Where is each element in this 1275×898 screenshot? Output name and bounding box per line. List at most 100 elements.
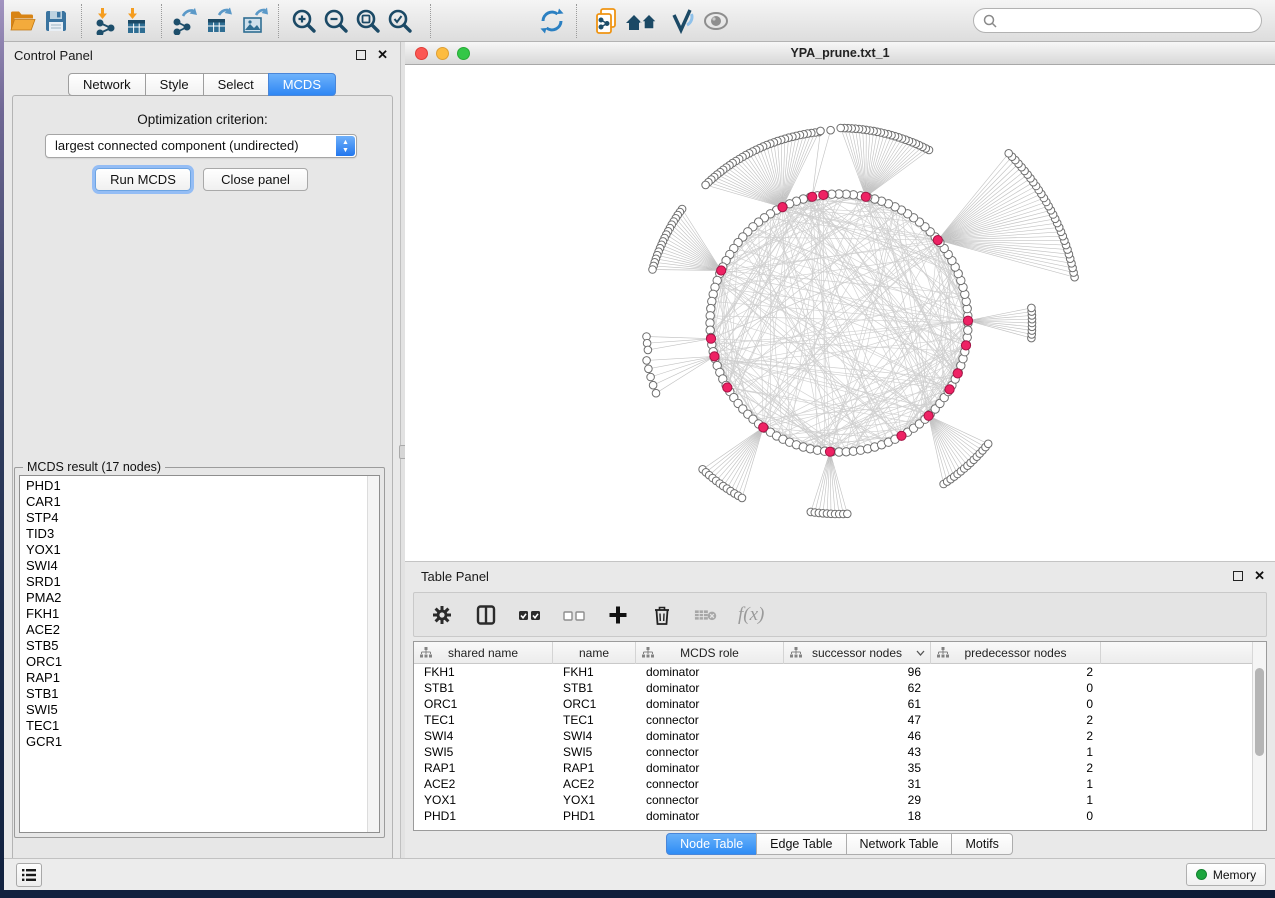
table-row[interactable]: STB1STB1dominator620 xyxy=(414,680,1252,696)
zoom-out-icon[interactable] xyxy=(322,7,350,35)
export-image-icon[interactable] xyxy=(240,7,268,35)
eye-icon[interactable] xyxy=(702,7,730,35)
table-row[interactable]: PHD1PHD1dominator180 xyxy=(414,808,1252,824)
table-cell[interactable]: 2 xyxy=(931,760,1101,776)
mcds-result-item[interactable]: TID3 xyxy=(20,526,366,542)
table-row[interactable]: TEC1TEC1connector472 xyxy=(414,712,1252,728)
memory-button[interactable]: Memory xyxy=(1186,863,1266,886)
mcds-result-item[interactable]: FKH1 xyxy=(20,606,366,622)
table-cell[interactable]: dominator xyxy=(636,664,784,680)
table-cell[interactable]: dominator xyxy=(636,728,784,744)
table-cell[interactable]: RAP1 xyxy=(553,760,636,776)
run-mcds-button[interactable]: Run MCDS xyxy=(95,168,191,191)
table-cell[interactable]: SWI5 xyxy=(414,744,553,760)
mcds-result-item[interactable]: CAR1 xyxy=(20,494,366,510)
search-input[interactable] xyxy=(973,8,1262,33)
table-scrollbar[interactable] xyxy=(1252,642,1266,830)
table-cell[interactable]: SWI5 xyxy=(553,744,636,760)
table-cell[interactable]: 0 xyxy=(931,680,1101,696)
table-cell[interactable]: 35 xyxy=(784,760,931,776)
table-cell[interactable]: connector xyxy=(636,712,784,728)
mcds-result-item[interactable]: RAP1 xyxy=(20,670,366,686)
import-network-icon[interactable] xyxy=(92,7,120,35)
table-cell[interactable]: ORC1 xyxy=(553,696,636,712)
window-close-icon[interactable] xyxy=(415,47,428,60)
tab-edge-table[interactable]: Edge Table xyxy=(756,833,846,855)
table-cell[interactable]: PHD1 xyxy=(414,808,553,824)
mcds-result-item[interactable]: STP4 xyxy=(20,510,366,526)
table-cell[interactable]: FKH1 xyxy=(414,664,553,680)
table-cell[interactable]: TEC1 xyxy=(414,712,553,728)
table-row[interactable]: RAP1RAP1dominator352 xyxy=(414,760,1252,776)
zoom-selected-icon[interactable] xyxy=(386,7,414,35)
network-graph[interactable] xyxy=(405,65,1275,561)
column-mcds-role[interactable]: MCDS role xyxy=(636,642,784,664)
table-cell[interactable]: connector xyxy=(636,744,784,760)
delete-column-icon[interactable] xyxy=(650,603,674,627)
network-view-titlebar[interactable]: YPA_prune.txt_1 xyxy=(405,42,1275,65)
tab-mcds[interactable]: MCDS xyxy=(268,73,336,96)
tab-node-table[interactable]: Node Table xyxy=(666,833,757,855)
two-houses-icon[interactable] xyxy=(624,7,660,35)
zoom-in-icon[interactable] xyxy=(290,7,318,35)
export-network-icon[interactable] xyxy=(170,7,198,35)
table-cell[interactable]: 0 xyxy=(931,696,1101,712)
table-float-icon[interactable] xyxy=(1233,571,1243,581)
mcds-result-scrollbar[interactable] xyxy=(367,476,379,832)
deselect-all-icon[interactable] xyxy=(562,603,586,627)
table-cell[interactable]: SWI4 xyxy=(553,728,636,744)
table-row[interactable]: FKH1FKH1dominator962 xyxy=(414,664,1252,680)
table-cell[interactable]: 18 xyxy=(784,808,931,824)
table-cell[interactable]: 1 xyxy=(931,744,1101,760)
tab-network[interactable]: Network xyxy=(68,73,146,96)
table-cell[interactable]: 2 xyxy=(931,664,1101,680)
table-cell[interactable]: 31 xyxy=(784,776,931,792)
column-name[interactable]: name xyxy=(553,642,636,664)
mcds-result-listbox[interactable]: PHD1CAR1STP4TID3YOX1SWI4SRD1PMA2FKH1ACE2… xyxy=(19,475,380,833)
table-cell[interactable]: 62 xyxy=(784,680,931,696)
table-cell[interactable]: 0 xyxy=(931,808,1101,824)
mcds-result-item[interactable]: PMA2 xyxy=(20,590,366,606)
table-cell[interactable]: dominator xyxy=(636,760,784,776)
table-row[interactable]: ACE2ACE2connector311 xyxy=(414,776,1252,792)
zoom-fit-icon[interactable] xyxy=(354,7,382,35)
tab-style[interactable]: Style xyxy=(145,73,204,96)
float-panel-icon[interactable] xyxy=(356,50,366,60)
column-successor-nodes[interactable]: successor nodes xyxy=(784,642,931,664)
table-cell[interactable]: YOX1 xyxy=(414,792,553,808)
table-cell[interactable]: STB1 xyxy=(553,680,636,696)
window-minimize-icon[interactable] xyxy=(436,47,449,60)
mcds-result-item[interactable]: ORC1 xyxy=(20,654,366,670)
mcds-result-item[interactable]: STB5 xyxy=(20,638,366,654)
mcds-result-item[interactable]: SWI5 xyxy=(20,702,366,718)
tab-select[interactable]: Select xyxy=(203,73,269,96)
table-row[interactable]: YOX1YOX1connector291 xyxy=(414,792,1252,808)
clone-network-icon[interactable] xyxy=(592,7,620,35)
table-cell[interactable]: 47 xyxy=(784,712,931,728)
mcds-result-item[interactable]: ACE2 xyxy=(20,622,366,638)
table-scrollbar-thumb[interactable] xyxy=(1255,668,1264,756)
table-row[interactable]: SWI5SWI5connector431 xyxy=(414,744,1252,760)
table-cell[interactable]: dominator xyxy=(636,680,784,696)
export-table-icon[interactable] xyxy=(204,7,232,35)
optimization-criterion-select[interactable]: largest connected component (undirected)… xyxy=(45,134,357,158)
table-cell[interactable]: 1 xyxy=(931,776,1101,792)
table-cell[interactable]: connector xyxy=(636,792,784,808)
refresh-view-icon[interactable] xyxy=(538,7,566,35)
column-shared-name[interactable]: shared name xyxy=(414,642,553,664)
window-maximize-icon[interactable] xyxy=(457,47,470,60)
table-cell[interactable]: 1 xyxy=(931,792,1101,808)
mcds-result-item[interactable]: GCR1 xyxy=(20,734,366,750)
table-cell[interactable]: PHD1 xyxy=(553,808,636,824)
table-row[interactable]: ORC1ORC1dominator610 xyxy=(414,696,1252,712)
mcds-result-item[interactable]: TEC1 xyxy=(20,718,366,734)
gear-icon[interactable] xyxy=(430,603,454,627)
column-predecessor-nodes[interactable]: predecessor nodes xyxy=(931,642,1101,664)
table-row[interactable]: SWI4SWI4dominator462 xyxy=(414,728,1252,744)
table-cell[interactable]: ACE2 xyxy=(553,776,636,792)
mcds-result-item[interactable]: STB1 xyxy=(20,686,366,702)
task-history-button[interactable] xyxy=(16,863,42,887)
table-cell[interactable]: 61 xyxy=(784,696,931,712)
table-cell[interactable]: dominator xyxy=(636,696,784,712)
open-file-icon[interactable] xyxy=(8,7,36,35)
